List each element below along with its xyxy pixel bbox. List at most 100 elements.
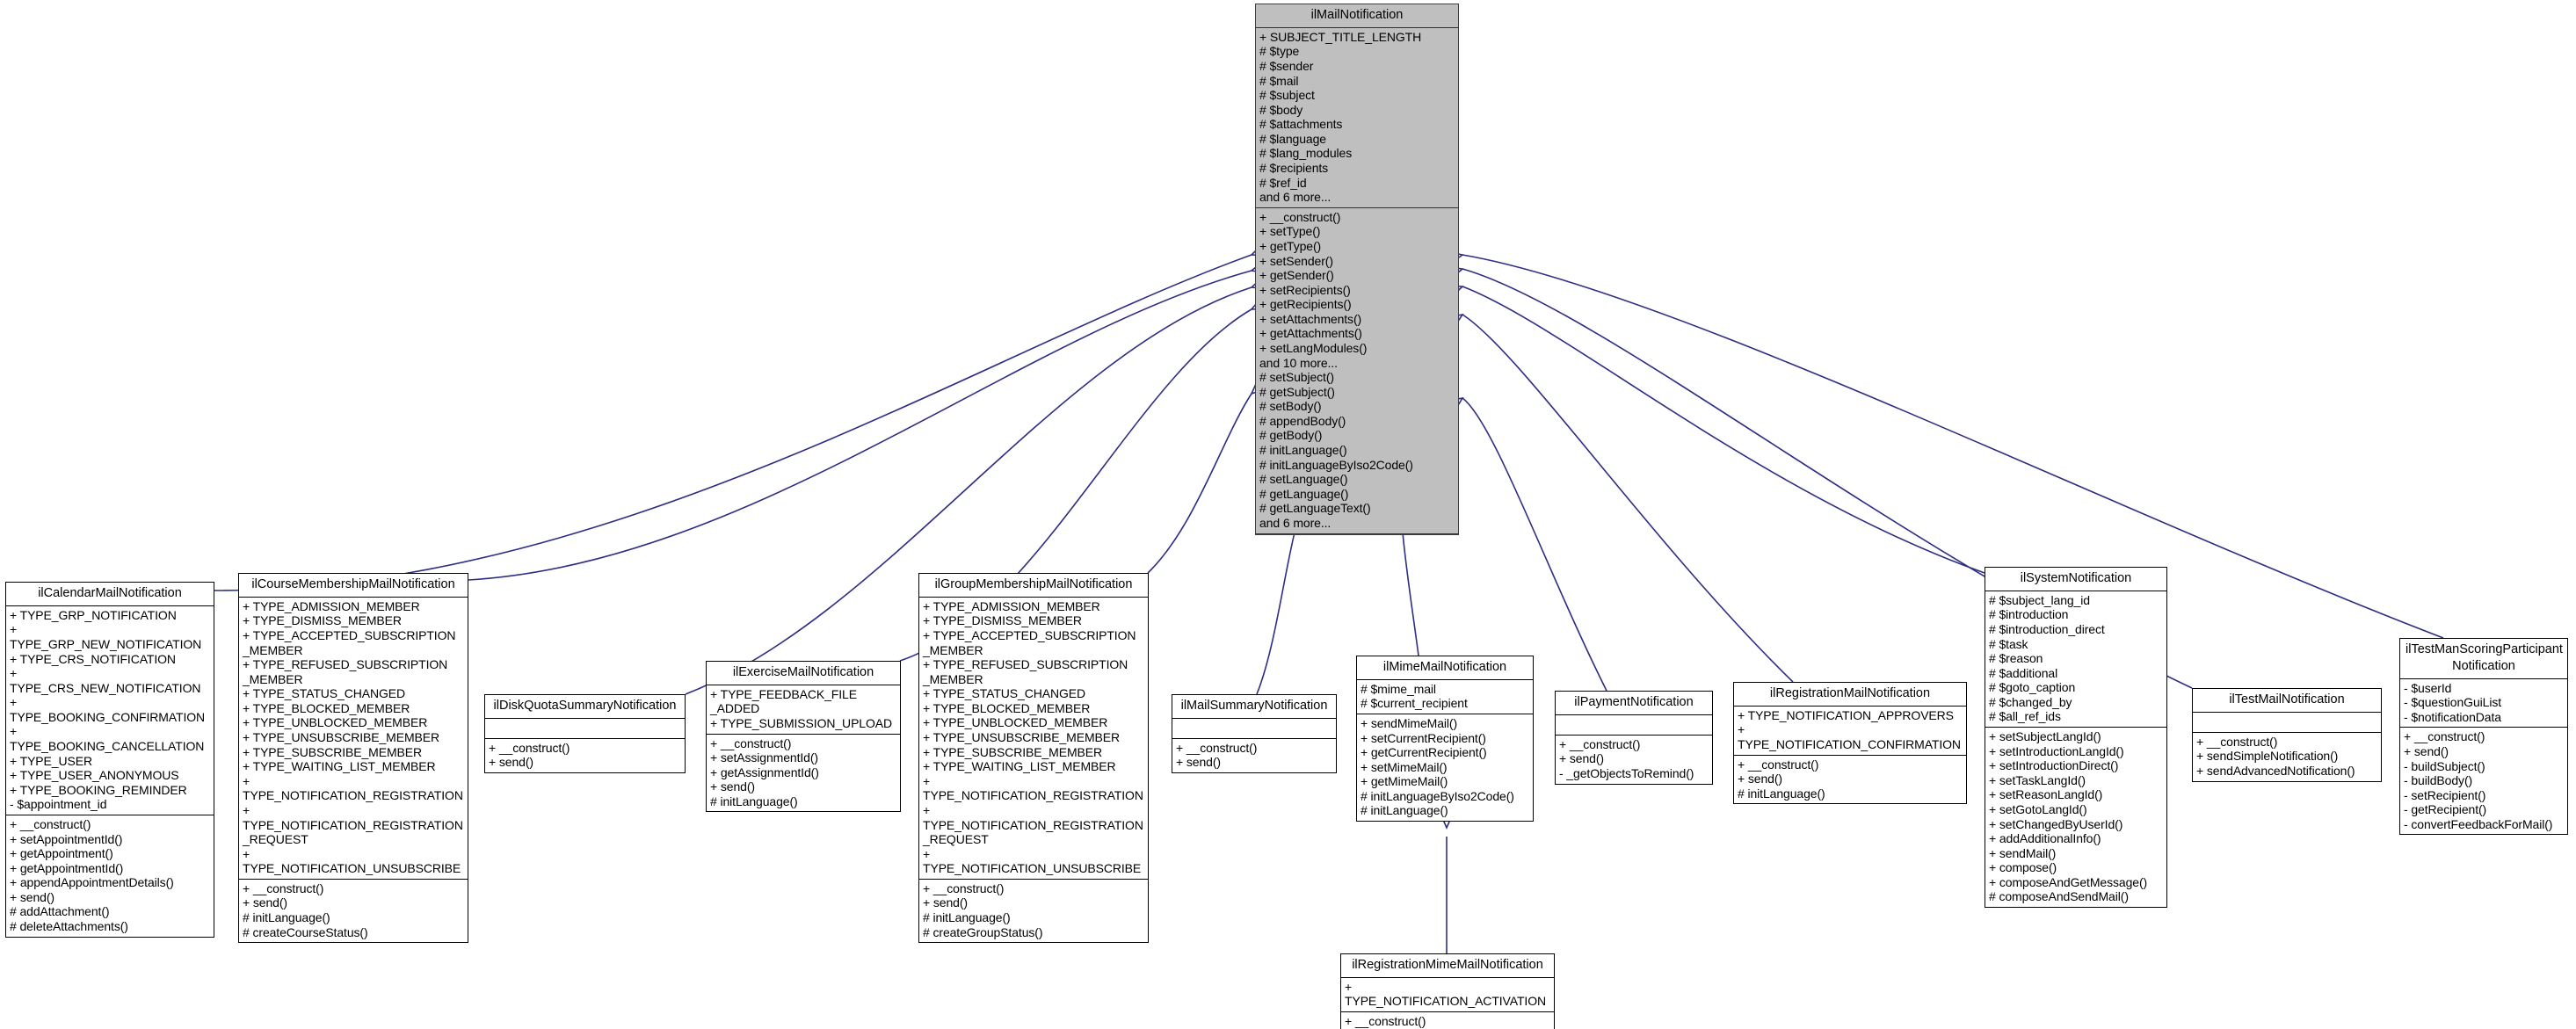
method-row: + getAppointmentId() [10, 860, 124, 875]
attribute-row: # $subject [1259, 88, 1315, 103]
method-row: + send() [1176, 755, 1221, 770]
class-attributes: + SUBJECT_TITLE_LENGTH # $type # $sender # … [1256, 28, 1458, 208]
method-row: + send() [923, 895, 968, 910]
method-row: + __construct() [2404, 729, 2485, 744]
class-methods: + __construct() [1341, 1012, 1554, 1029]
method-row: + getMimeMail() [1361, 774, 1448, 789]
method-row: + appendAppointmentDetails() [10, 875, 174, 890]
method-row: + __construct() [1345, 1014, 1426, 1028]
uml-class-ilMailNotification[interactable]: ilMailNotification + SUBJECT_TITLE_LENGTH… [1255, 4, 1459, 535]
attribute-row: + TYPE_DISMISS_MEMBER [243, 613, 402, 628]
method-row: + setMimeMail() [1361, 759, 1448, 774]
class-methods: + sendMimeMail() + setCurrentRecipient() +… [1357, 714, 1533, 821]
class-title: ilRegistrationMimeMailNotification [1341, 954, 1554, 978]
method-row: + setAssignmentId() [710, 750, 818, 765]
method-row: + __construct() [1738, 757, 1819, 772]
uml-class-ilTestManScoringParticipantNotification[interactable]: ilTestManScoringParticipant Notification… [2399, 638, 2568, 836]
class-attributes [1172, 719, 1336, 739]
method-row: + __construct() [1176, 740, 1258, 755]
method-row: + __construct() [2196, 734, 2278, 749]
attribute-row: + TYPE_USER_ANONYMOUS [10, 768, 179, 783]
attribute-row: + TYPE_ADMISSION_MEMBER [243, 598, 420, 613]
class-title: ilMimeMailNotification [1357, 656, 1533, 680]
attribute-row: # $ref_id [1259, 175, 1307, 190]
method-row: + setType() [1259, 224, 1321, 239]
class-methods: + __construct() + send() [485, 739, 685, 772]
attribute-row: # $recipients [1259, 161, 1329, 176]
method-row: + __construct() [923, 880, 1005, 895]
inheritance-edge-ilCourseMembershipMailNotification [468, 259, 1268, 581]
uml-class-ilMailSummaryNotification[interactable]: ilMailSummaryNotification + __construct()… [1172, 694, 1337, 773]
attribute-row: + TYPE_SUBMISSION_UPLOAD [710, 716, 893, 730]
attribute-row: # $lang_modules [1259, 146, 1353, 161]
attribute-row: + TYPE_WAITING_LIST_MEMBER [243, 759, 436, 774]
method-row: + setSubjectLangId() [1989, 729, 2101, 744]
uml-class-ilDiskQuotaSummaryNotification[interactable]: ilDiskQuotaSummaryNotification + __constr… [484, 694, 686, 773]
attribute-row: # $all_ref_ids [1989, 709, 2061, 724]
method-row: - getRecipient() [2404, 802, 2487, 817]
uml-class-ilTestMailNotification[interactable]: ilTestMailNotification + __construct() + s… [2192, 688, 2382, 782]
attribute-row: # $changed_by [1989, 694, 2072, 709]
method-row: + sendSimpleNotification() [2196, 749, 2339, 764]
class-methods: + __construct() + send() # initLanguage() [1734, 756, 1966, 804]
attribute-row: + TYPE_UNSUBSCRIBE_MEMBER [923, 730, 1121, 745]
uml-class-ilPaymentNotification[interactable]: ilPaymentNotification + __construct() + se… [1555, 691, 1713, 785]
method-row: # composeAndSendMail() [1989, 889, 2129, 904]
method-row: # initLanguage() [243, 909, 330, 924]
method-row: + getType() [1259, 238, 1322, 253]
method-row: + setIntroductionDirect() [1989, 758, 2119, 773]
method-row: # getLanguage() [1259, 486, 1349, 501]
attribute-row: + TYPE_NOTIFICATION_REGISTRATION [923, 773, 1143, 803]
inheritance-edge-ilMimeMailNotification [1397, 517, 1419, 656]
method-row: - convertFeedbackForMail() [2404, 816, 2553, 831]
method-row: + setGotoLangId() [1989, 801, 2087, 816]
attribute-row: + TYPE_CRS_NEW_NOTIFICATION [10, 666, 201, 695]
attribute-row: + TYPE_ACCEPTED_SUBSCRIPTION _MEMBER [243, 628, 456, 657]
attribute-row: # $sender [1259, 59, 1314, 73]
method-row: + send() [710, 779, 755, 794]
method-row: # createCourseStatus() [243, 924, 368, 939]
uml-class-ilExerciseMailNotification[interactable]: ilExerciseMailNotification + TYPE_FEEDBAC… [706, 661, 901, 813]
class-attributes: # $subject_lang_id # $introduction # $intr… [1985, 591, 2166, 728]
class-title: ilMailSummaryNotification [1172, 695, 1336, 719]
method-row: + getCurrentRecipient() [1361, 745, 1487, 760]
method-row: - buildBody() [2404, 773, 2473, 788]
method-row: + getAssignmentId() [710, 765, 819, 779]
uml-class-ilCourseMembershipMailNotification[interactable]: ilCourseMembershipMailNotification + TYPE… [238, 573, 468, 944]
method-row: + sendAdvancedNotification() [2196, 764, 2355, 778]
uml-class-ilSystemNotification[interactable]: ilSystemNotification # $subject_lang_id # … [1985, 567, 2167, 908]
method-row: + __construct() [489, 740, 570, 755]
attribute-row: + TYPE_NOTIFICATION_UNSUBSCRIBE [243, 846, 461, 876]
class-methods: + __construct() + setAssignmentId() + getA… [707, 735, 900, 812]
uml-class-ilCalendarMailNotification[interactable]: ilCalendarMailNotification + TYPE_GRP_NOT… [5, 582, 214, 938]
attribute-row: + TYPE_DISMISS_MEMBER [923, 613, 1082, 628]
inheritance-edge-ilTestManScoringParticipantNotification [1446, 250, 2444, 639]
class-title: ilGroupMembershipMailNotification [919, 574, 1148, 598]
method-row: + setCurrentRecipient() [1361, 730, 1486, 745]
class-title: ilSystemNotification [1985, 568, 2166, 591]
attribute-row: - $userId [2404, 680, 2452, 695]
class-methods: + __construct() + setAppointmentId() + get… [6, 815, 214, 937]
method-row: # initLanguageByIso2Code() [1361, 788, 1514, 803]
method-row: + send() [1559, 751, 1604, 766]
class-attributes [485, 719, 685, 739]
uml-class-ilMimeMailNotification[interactable]: ilMimeMailNotification # $mime_mail # $cur… [1356, 656, 1534, 822]
attribute-row: # $subject_lang_id [1989, 592, 2090, 607]
method-row: + setLangModules() [1259, 340, 1368, 355]
attribute-row: + TYPE_NOTIFICATION_REGISTRATION _REQUES… [243, 802, 463, 847]
method-row: + getAttachments() [1259, 326, 1362, 341]
class-methods: + __construct() + sendSimpleNotification(… [2193, 733, 2381, 781]
class-methods: + __construct() + send() - buildSubject() -… [2400, 728, 2567, 834]
method-row: + __construct() [710, 736, 792, 750]
method-row: # setLanguage() [1259, 472, 1348, 487]
method-row: + addAdditionalInfo() [1989, 831, 2101, 846]
attribute-row: and 6 more... [1259, 190, 1332, 205]
method-row: + getSender() [1259, 268, 1334, 283]
uml-class-ilRegistrationMailNotification[interactable]: ilRegistrationMailNotification + TYPE_NOT… [1733, 682, 1967, 805]
inheritance-edge-ilCalendarMailNotification [214, 243, 1268, 591]
uml-class-ilRegistrationMimeMailNotification[interactable]: ilRegistrationMimeMailNotification + TYPE… [1340, 953, 1555, 1029]
method-row: - _getObjectsToRemind() [1559, 766, 1694, 780]
uml-class-ilGroupMembershipMailNotification[interactable]: ilGroupMembershipMailNotification + TYPE_… [918, 573, 1149, 944]
class-attributes: - $userId - $questionGuiList - $notificati… [2400, 679, 2567, 728]
attribute-row: # $attachments [1259, 117, 1343, 132]
